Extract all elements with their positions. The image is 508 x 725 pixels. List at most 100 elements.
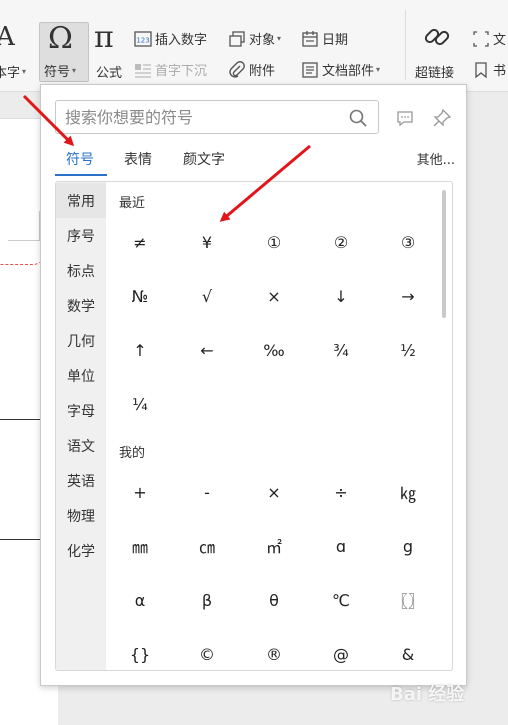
first-char-sink-label: 首字下沉 bbox=[155, 64, 208, 79]
my-symbol[interactable]: @ bbox=[308, 632, 374, 670]
my-symbol[interactable]: ɑ bbox=[308, 524, 374, 568]
category-item[interactable]: 化学 bbox=[56, 533, 106, 568]
category-item[interactable]: 常用 bbox=[56, 183, 106, 218]
my-symbol[interactable]: ㎝ bbox=[174, 524, 240, 568]
my-symbol[interactable]: ㎜ bbox=[107, 524, 173, 568]
ribbon-separator bbox=[405, 10, 406, 80]
more-link[interactable]: 其他... bbox=[417, 149, 455, 168]
category-item[interactable]: 数学 bbox=[56, 288, 106, 323]
text-box-icon bbox=[472, 30, 490, 48]
my-symbol[interactable]: ® bbox=[241, 632, 307, 670]
recent-symbol[interactable]: ← bbox=[174, 328, 240, 372]
object-icon bbox=[228, 30, 246, 48]
category-list: 常用 序号 标点 数学 几何 单位 字母 语文 英语 物理 化学 bbox=[56, 182, 106, 670]
tab-emoji[interactable]: 表情 bbox=[124, 149, 152, 169]
recent-section-label: 最近 bbox=[119, 196, 146, 211]
recent-symbol[interactable]: ③ bbox=[375, 220, 441, 264]
recent-symbol[interactable]: → bbox=[375, 274, 441, 318]
hyperlink-label: 超链接 bbox=[415, 66, 455, 81]
recent-symbol[interactable]: × bbox=[241, 274, 307, 318]
date-label: 日期 bbox=[322, 33, 349, 48]
my-symbol[interactable]: - bbox=[174, 470, 240, 514]
my-symbol[interactable]: {} bbox=[107, 632, 173, 670]
symbol-tabs: 符号 表情 颜文字 其他... bbox=[55, 147, 455, 177]
hyperlink-button[interactable]: 超链接 bbox=[412, 22, 464, 82]
formula-button[interactable]: π 公式 bbox=[94, 20, 130, 82]
recent-symbol[interactable]: √ bbox=[174, 274, 240, 318]
category-item[interactable]: 英语 bbox=[56, 463, 106, 498]
date-button[interactable]: 日期 bbox=[301, 29, 348, 48]
my-symbol[interactable]: g bbox=[375, 524, 441, 568]
insert-number-icon: 123 bbox=[134, 30, 152, 48]
drop-cap-icon bbox=[134, 61, 152, 79]
page-corner-mark bbox=[8, 211, 40, 241]
doc-parts-button[interactable]: 文档部件 ▾ bbox=[301, 60, 380, 79]
insert-number-button[interactable]: 123 插入数字 bbox=[134, 29, 207, 48]
symbol-search-box[interactable] bbox=[55, 100, 379, 134]
table-line bbox=[0, 539, 40, 540]
my-symbol[interactable]: θ bbox=[241, 578, 307, 622]
first-char-sink-button[interactable]: 首字下沉 bbox=[134, 60, 207, 79]
recent-symbol[interactable]: ① bbox=[241, 220, 307, 264]
recent-symbol[interactable]: ↑ bbox=[107, 328, 173, 372]
svg-text:123: 123 bbox=[136, 36, 149, 44]
category-item[interactable]: 单位 bbox=[56, 358, 106, 393]
bookmark-icon bbox=[472, 61, 490, 79]
category-item[interactable]: 物理 bbox=[56, 498, 106, 533]
my-symbol[interactable]: & bbox=[375, 632, 441, 670]
symbol-button-label: 符号 bbox=[44, 65, 71, 80]
text-style-icon[interactable]: A bbox=[0, 22, 15, 52]
my-symbol[interactable]: 〖〗 bbox=[375, 578, 441, 622]
recent-symbol[interactable]: ¾ bbox=[308, 328, 374, 372]
red-dotted-line bbox=[0, 253, 45, 265]
omega-icon: Ω bbox=[48, 21, 73, 56]
category-item[interactable]: 标点 bbox=[56, 253, 106, 288]
tab-kaomoji[interactable]: 颜文字 bbox=[183, 149, 225, 169]
calendar-icon bbox=[301, 30, 319, 48]
formula-button-label: 公式 bbox=[96, 66, 123, 81]
my-symbol[interactable]: α bbox=[107, 578, 173, 622]
recent-symbol[interactable]: ¼ bbox=[107, 382, 173, 426]
search-icon[interactable] bbox=[348, 108, 368, 132]
my-symbol[interactable]: ㎏ bbox=[375, 470, 441, 514]
my-symbol[interactable]: ℃ bbox=[308, 578, 374, 622]
category-item[interactable]: 序号 bbox=[56, 218, 106, 253]
my-symbol[interactable]: β bbox=[174, 578, 240, 622]
category-item[interactable]: 字母 bbox=[56, 393, 106, 428]
recent-symbol[interactable]: ‰ bbox=[241, 328, 307, 372]
category-item[interactable]: 几何 bbox=[56, 323, 106, 358]
text-box-button[interactable]: 文 bbox=[472, 29, 506, 48]
attachment-label: 附件 bbox=[249, 64, 276, 79]
recent-symbol[interactable]: ↓ bbox=[308, 274, 374, 318]
pi-icon: π bbox=[94, 20, 114, 55]
recent-symbol[interactable]: ½ bbox=[375, 328, 441, 372]
my-symbol[interactable]: + bbox=[107, 470, 173, 514]
tab-symbols[interactable]: 符号 bbox=[66, 149, 94, 169]
pin-icon[interactable] bbox=[432, 108, 452, 132]
category-item[interactable]: 语文 bbox=[56, 428, 106, 463]
symbol-scrollbar[interactable] bbox=[442, 190, 446, 318]
my-symbol[interactable]: ㎡ bbox=[241, 524, 307, 568]
text-button[interactable]: 本字 ▾ bbox=[0, 62, 26, 81]
recent-symbol[interactable]: № bbox=[107, 274, 173, 318]
watermark: Bai 经验 bbox=[390, 684, 465, 705]
object-label: 对象 bbox=[249, 33, 276, 48]
comment-icon[interactable] bbox=[395, 108, 415, 132]
symbol-panel: 常用 序号 标点 数学 几何 单位 字母 语文 英语 物理 化学 最近 我的 ≠ ¥ ① ② ③ № √ × ↓ → ↑… bbox=[55, 181, 453, 671]
symbol-button[interactable]: Ω 符号 ▾ bbox=[39, 21, 89, 82]
bookmark-label: 书 bbox=[493, 64, 507, 79]
recent-symbol[interactable]: ≠ bbox=[107, 220, 173, 264]
mine-section-label: 我的 bbox=[119, 446, 146, 461]
recent-symbol[interactable]: ¥ bbox=[174, 220, 240, 264]
symbol-grid: 最近 我的 ≠ ¥ ① ② ③ № √ × ↓ → ↑ ← ‰ ¾ ½ ¼ + - × ÷ ㎏㎜㎝㎡ ɑ g α β θ ℃ 〖〗{}… bbox=[106, 182, 441, 670]
attachment-button[interactable]: 附件 bbox=[228, 60, 275, 79]
symbol-search-input[interactable] bbox=[65, 107, 345, 127]
my-symbol[interactable]: × bbox=[241, 470, 307, 514]
object-button[interactable]: 对象 ▾ bbox=[228, 29, 281, 48]
bookmark-button[interactable]: 书 bbox=[472, 60, 506, 79]
recent-symbol[interactable]: ② bbox=[308, 220, 374, 264]
symbol-popup: 符号 表情 颜文字 其他... 常用序号标点数学几何单位字母语文英语物理化学 最… bbox=[40, 84, 467, 686]
my-symbol[interactable]: ÷ bbox=[308, 470, 374, 514]
my-symbol[interactable]: © bbox=[174, 632, 240, 670]
table-line bbox=[0, 419, 40, 420]
